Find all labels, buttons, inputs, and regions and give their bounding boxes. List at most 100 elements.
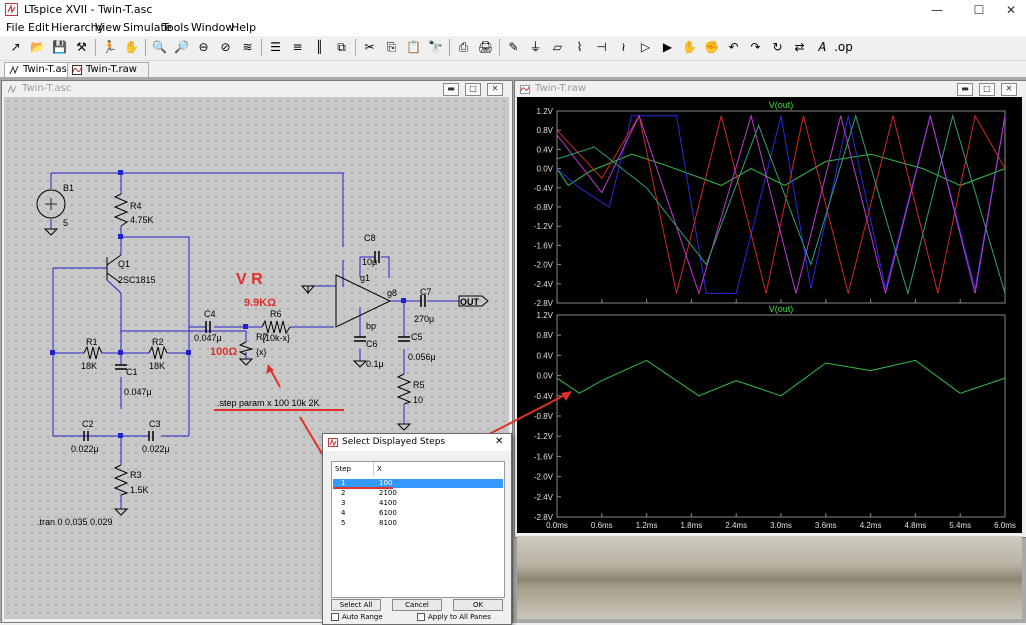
find-icon[interactable]: 🔭 bbox=[426, 38, 445, 57]
ltspice-app-icon bbox=[328, 438, 338, 447]
print-preview-icon[interactable]: 🖨 bbox=[476, 38, 495, 57]
menu-window[interactable]: Window bbox=[191, 21, 234, 34]
zoom-pan-icon[interactable]: 🔎 bbox=[172, 38, 191, 57]
paste-icon[interactable]: 📋 bbox=[404, 38, 423, 57]
y-tick-label: -2.4V bbox=[534, 280, 554, 289]
control-panel-icon[interactable]: ⚒ bbox=[72, 38, 91, 57]
step-row[interactable]: 5 8100 bbox=[333, 519, 503, 528]
x-tick-label: 5.4ms bbox=[949, 521, 971, 530]
cascade-icon[interactable]: ⧉ bbox=[332, 38, 351, 57]
cancel-button[interactable]: Cancel bbox=[392, 599, 442, 611]
tran-directive[interactable]: .tran 0 0.035 0.029 bbox=[37, 517, 113, 527]
halt-icon[interactable]: ✋ bbox=[122, 38, 141, 57]
menu-view[interactable]: View bbox=[95, 21, 121, 34]
tab-schematic[interactable]: Twin-T.asc bbox=[4, 62, 74, 77]
label-net-icon[interactable]: ▱ bbox=[548, 38, 567, 57]
capacitor-icon[interactable]: ⊣ bbox=[592, 38, 611, 57]
waveform-restore-button[interactable]: □ bbox=[979, 83, 995, 96]
label-r3: R3 bbox=[130, 470, 142, 480]
diode-icon[interactable]: ▷ bbox=[636, 38, 655, 57]
x-tick-label: 0.0ms bbox=[546, 521, 568, 530]
run-icon[interactable]: 🏃 bbox=[100, 38, 119, 57]
x-tick-label: 6.0ms bbox=[994, 521, 1016, 530]
zoom-cancel-icon[interactable]: ⊘ bbox=[216, 38, 235, 57]
label-b1-value: 5 bbox=[63, 218, 68, 228]
rotate-icon[interactable]: ↻ bbox=[768, 38, 787, 57]
copy-icon[interactable]: ⎘ bbox=[382, 38, 401, 57]
redo-icon[interactable]: ↷ bbox=[746, 38, 765, 57]
label-c6: C6 bbox=[366, 339, 378, 349]
annotation-vr-min: 100Ω bbox=[210, 346, 237, 358]
x-tick-label: 2.4ms bbox=[725, 521, 747, 530]
menu-bar: File Edit Hierarchy View Simulate Tools … bbox=[0, 20, 1026, 36]
text-icon[interactable]: 𝐴 bbox=[812, 38, 831, 57]
series-line bbox=[556, 113, 1006, 296]
dialog-title: Select Displayed Steps bbox=[323, 434, 511, 451]
maximize-button[interactable]: ☐ bbox=[962, 0, 996, 20]
autorange-icon[interactable]: ≋ bbox=[238, 38, 257, 57]
undo-icon[interactable]: ↶ bbox=[724, 38, 743, 57]
column-header-x[interactable]: X bbox=[377, 465, 382, 473]
menu-help[interactable]: Help bbox=[231, 21, 256, 34]
step-row[interactable]: 2 2100 bbox=[333, 489, 503, 498]
waveform-doc-icon bbox=[520, 85, 530, 94]
close-button[interactable]: ✕ bbox=[994, 0, 1026, 20]
schematic-restore-button[interactable]: □ bbox=[465, 83, 481, 96]
tile-horizontal-icon[interactable]: ≡ bbox=[288, 38, 307, 57]
drag-icon[interactable]: ✊ bbox=[702, 38, 721, 57]
cut-icon[interactable]: ✂ bbox=[360, 38, 379, 57]
dialog-close-button[interactable]: ✕ bbox=[495, 436, 503, 447]
component-icon[interactable]: ▶ bbox=[658, 38, 677, 57]
zoom-out-icon[interactable]: ⊖ bbox=[194, 38, 213, 57]
save-icon[interactable]: 💾 bbox=[50, 38, 69, 57]
waveform-close-button[interactable]: ✕ bbox=[1001, 83, 1017, 96]
step-row[interactable]: 3 4100 bbox=[333, 499, 503, 508]
new-schematic-icon[interactable]: ↗ bbox=[6, 38, 25, 57]
open-icon[interactable]: 📂 bbox=[28, 38, 47, 57]
auto-range-checkbox[interactable]: Auto Range bbox=[331, 613, 383, 621]
print-icon[interactable]: ⎙ bbox=[454, 38, 473, 57]
y-tick-label: 0.8V bbox=[537, 331, 554, 340]
apply-all-panes-checkbox[interactable]: Apply to All Panes bbox=[417, 613, 491, 621]
label-c3: C3 bbox=[149, 419, 161, 429]
ok-button[interactable]: OK bbox=[453, 599, 503, 611]
menu-edit[interactable]: Edit bbox=[28, 21, 49, 34]
tile-vertical-icon[interactable]: ║ bbox=[310, 38, 329, 57]
mirror-icon[interactable]: ⇄ bbox=[790, 38, 809, 57]
x-tick-label: 1.2ms bbox=[636, 521, 658, 530]
select-all-button[interactable]: Select All bbox=[331, 599, 381, 611]
wire-icon[interactable]: ✎ bbox=[504, 38, 523, 57]
step-row[interactable]: 4 6100 bbox=[333, 509, 503, 518]
schematic-doc-icon bbox=[7, 85, 17, 94]
spice-directive-icon[interactable]: .op bbox=[834, 38, 853, 57]
y-tick-label: -0.4V bbox=[534, 184, 554, 193]
waveform-window-title: Twin-T.raw bbox=[515, 81, 1026, 97]
selection-underline bbox=[333, 487, 393, 489]
label-c3-value: 0.022μ bbox=[142, 444, 170, 454]
step-directive[interactable]: .step param x 100 10k 2K bbox=[217, 398, 320, 408]
menu-tools[interactable]: Tools bbox=[162, 21, 189, 34]
move-icon[interactable]: ✋ bbox=[680, 38, 699, 57]
resistor-icon[interactable]: ⌇ bbox=[570, 38, 589, 57]
ground-icon[interactable]: ⏚ bbox=[526, 38, 545, 57]
select-steps-dialog: Select Displayed Steps ✕ Step X 1 100 2 21… bbox=[322, 433, 512, 625]
inductor-icon[interactable]: ≀ bbox=[614, 38, 633, 57]
tab-waveform[interactable]: Twin-T.raw bbox=[67, 62, 149, 77]
label-bp: bp bbox=[366, 321, 376, 331]
schematic-minimize-button[interactable]: ▬ bbox=[443, 83, 459, 96]
pane-title: V(out) bbox=[769, 100, 794, 110]
steps-list[interactable]: Step X 1 100 2 2100 3 4100 4 6100 5 8100 bbox=[331, 461, 505, 598]
column-header-step[interactable]: Step bbox=[335, 465, 351, 473]
schematic-close-button[interactable]: ✕ bbox=[487, 83, 503, 96]
y-tick-label: -0.8V bbox=[534, 412, 554, 421]
menu-file[interactable]: File bbox=[6, 21, 24, 34]
waveform-viewer[interactable]: V(out) 1.2V 0.8V 0.4V 0.0V -0.4V -0.8V -1.2V -1.… bbox=[517, 97, 1022, 533]
minimize-button[interactable]: — bbox=[920, 0, 954, 20]
waveform-minimize-button[interactable]: ▬ bbox=[957, 83, 973, 96]
label-c6-value: 0.1μ bbox=[366, 359, 384, 369]
label-r2: R2 bbox=[152, 337, 164, 347]
schematic-doc-icon bbox=[9, 65, 19, 75]
zoom-in-icon[interactable]: 🔍 bbox=[150, 38, 169, 57]
view-spice-error-icon[interactable]: ☰ bbox=[266, 38, 285, 57]
tab-waveform-label: Twin-T.raw bbox=[86, 64, 137, 75]
